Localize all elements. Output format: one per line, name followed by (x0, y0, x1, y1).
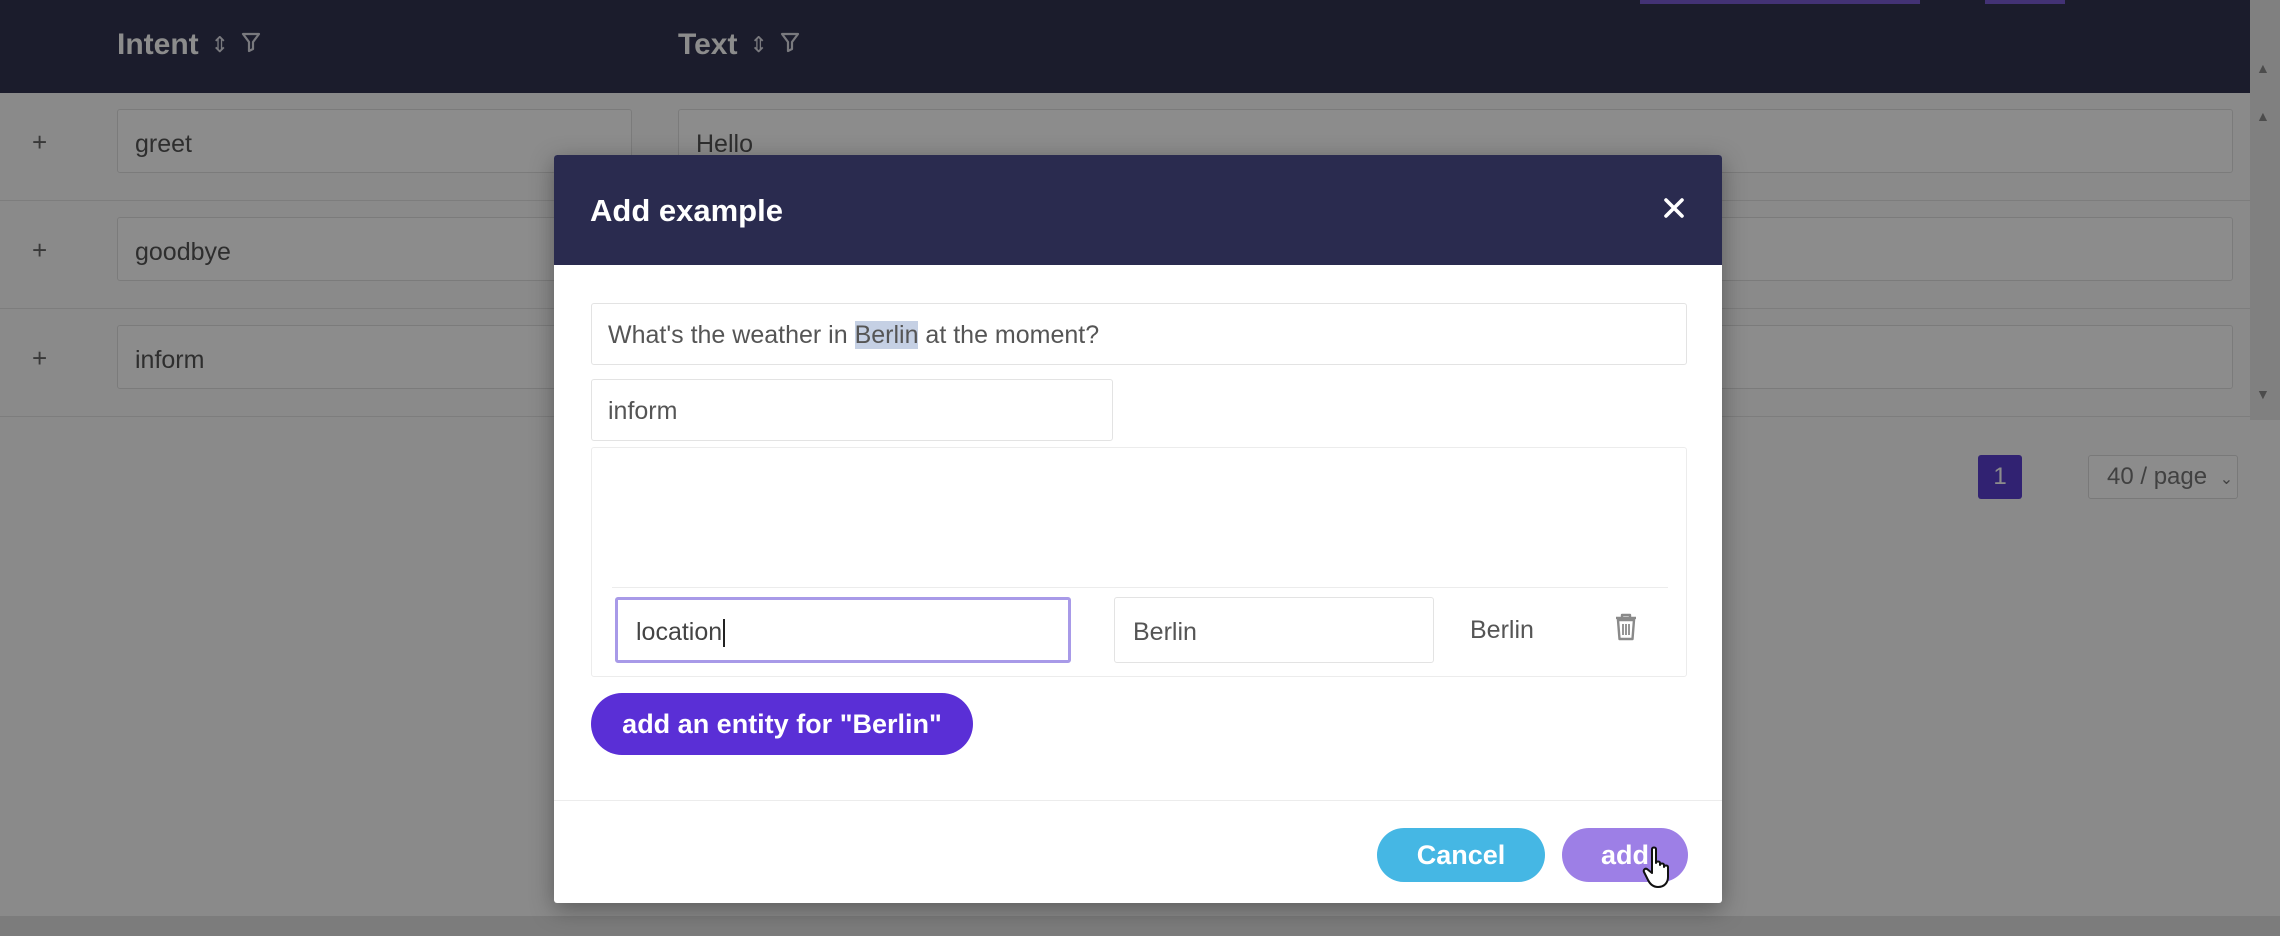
intent-input[interactable]: inform (591, 379, 1113, 441)
entity-value-input[interactable]: Berlin (1114, 597, 1434, 663)
sentence-text-before: What's the weather in (608, 321, 855, 349)
add-example-dialog: Add example What's the weather in Berlin… (554, 155, 1722, 903)
entity-list: location Berlin Berlin (591, 447, 1687, 677)
example-text-input[interactable]: What's the weather in Berlin at the mome… (591, 303, 1687, 365)
divider (612, 587, 1668, 588)
close-button[interactable] (1649, 183, 1699, 233)
entity-name-input[interactable]: location (615, 597, 1071, 663)
close-icon (1664, 198, 1684, 218)
cancel-button[interactable]: Cancel (1377, 828, 1545, 882)
dialog-header: Add example (554, 155, 1722, 265)
selected-entity-text[interactable]: Berlin (854, 321, 919, 349)
add-entity-button[interactable]: add an entity for "Berlin" (591, 693, 973, 755)
sentence-text-after: at the moment? (918, 321, 1100, 349)
entity-name-value: location (636, 618, 723, 646)
entity-matched-text: Berlin (1470, 616, 1534, 644)
add-button[interactable]: add (1562, 828, 1688, 882)
text-caret (723, 619, 726, 648)
trash-icon (1616, 613, 1636, 641)
delete-entity-button[interactable] (1610, 610, 1642, 644)
dialog-title: Add example (590, 193, 783, 228)
footer-divider (554, 800, 1722, 801)
